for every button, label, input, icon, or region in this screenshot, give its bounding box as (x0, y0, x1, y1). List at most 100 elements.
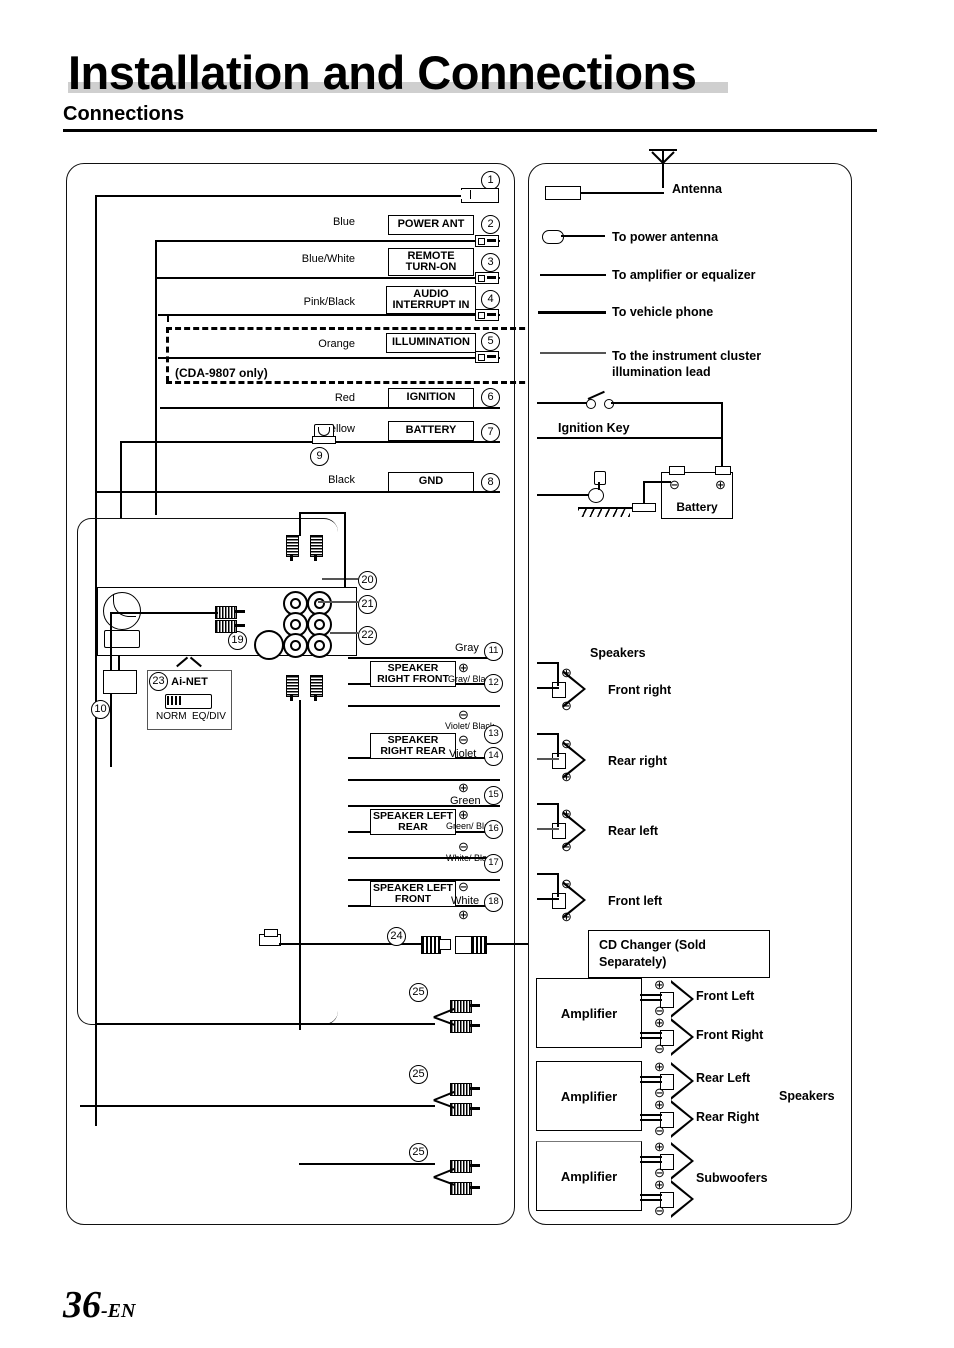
speakers-heading: Speakers (590, 646, 646, 660)
callout-20: 20 (358, 571, 377, 590)
connector-plug-icon (475, 235, 499, 247)
wire-color-12: Gray/ Black (448, 674, 495, 684)
harness-line (155, 240, 500, 242)
ground-lead (537, 494, 589, 497)
power-antenna-lead (561, 235, 605, 238)
cda9807-region-left (166, 327, 169, 382)
polarity-plus: ⊕ (458, 780, 469, 795)
lead-label-audio-interrupt-in: AUDIO INTERRUPT IN (386, 286, 476, 314)
callout-10: 10 (91, 700, 110, 719)
callout-leader (318, 601, 358, 603)
callout-19: 19 (228, 631, 247, 650)
speaker-icon-amp-front-right (660, 1018, 694, 1056)
changer-connector-top (264, 929, 278, 937)
rca-plug-icon (215, 606, 245, 619)
callout-25: 25 (409, 1065, 428, 1084)
to-vehicle-phone-label: To vehicle phone (612, 305, 714, 319)
item10-block (103, 670, 137, 694)
polarity-minus: ⊖ (458, 879, 469, 894)
wire-color-13: Violet/ Black (445, 721, 495, 731)
battery-terminal-negative (669, 466, 685, 475)
callout-6: 6 (481, 388, 500, 407)
speaker-box-right-rear: SPEAKER RIGHT REAR (370, 733, 456, 759)
polarity-plus: ⊕ (561, 909, 572, 924)
rca-plug-icon (310, 535, 323, 561)
antenna-mast (662, 150, 664, 188)
cable-line (110, 612, 218, 614)
polarity-minus: ⊖ (654, 1123, 665, 1138)
amp-speaker-wire (640, 1037, 662, 1039)
rca-plug-icon (286, 675, 299, 701)
amp-speaker-wire (640, 999, 662, 1001)
speaker-wire (537, 733, 559, 736)
speaker-box-left-rear: SPEAKER LEFT REAR (370, 809, 456, 835)
polarity-minus: ⊖ (458, 732, 469, 747)
polarity-plus: ⊕ (561, 769, 572, 784)
ignition-lead (611, 402, 723, 405)
cable-line (344, 512, 346, 588)
lead-label-ignition: IGNITION (388, 388, 474, 408)
callout-8: 8 (481, 473, 500, 492)
cable-line (299, 700, 301, 1030)
to-power-antenna-label: To power antenna (612, 230, 719, 244)
callout-21: 21 (358, 595, 377, 614)
harness-line (167, 314, 169, 322)
speaker-wire (537, 758, 559, 760)
ground-strap (643, 481, 671, 483)
page-suffix: -EN (101, 1300, 136, 1322)
callout-23: 23 (149, 672, 168, 691)
speaker-box-left-front: SPEAKER LEFT FRONT (370, 881, 456, 907)
callout-leader (330, 632, 358, 634)
speaker-label-front-left: Front left (608, 894, 663, 908)
polarity-minus: ⊖ (654, 1203, 665, 1218)
polarity-plus: ⊕ (654, 1139, 665, 1154)
polarity-plus: ⊕ (458, 660, 469, 675)
harness-line (158, 357, 500, 359)
amp-output-front-right: Front Right (696, 1028, 764, 1042)
wire-color-11: Gray (455, 642, 479, 654)
rca-jack (307, 633, 332, 658)
cda9807-note: (CDA-9807 only) (175, 366, 268, 380)
section-divider (63, 129, 877, 132)
speaker-wire (537, 662, 559, 665)
to-instrument-cluster-label: To the instrument cluster illumination l… (612, 349, 762, 379)
polarity-plus: ⊕ (561, 665, 572, 680)
polarity-minus: ⊖ (654, 1041, 665, 1056)
speaker-icon-amp-rear-right (660, 1100, 694, 1138)
speaker-icon-subwoofer-2 (660, 1180, 694, 1218)
ignition-key-label: Ignition Key (558, 421, 630, 435)
polarity-minus: ⊖ (458, 707, 469, 722)
vehicle-phone-lead (538, 311, 606, 314)
rca-cable-line (95, 1023, 435, 1026)
rca-cable-line (80, 1105, 435, 1108)
rca-cable-line (299, 1163, 435, 1166)
lead-label-illumination: ILLUMINATION (386, 333, 476, 353)
amp-speaker-wire (640, 994, 662, 996)
lead-label-gnd: GND (388, 472, 474, 492)
amp-speaker-wire (640, 1076, 662, 1078)
instrument-cluster-lead (540, 352, 606, 355)
ainet-toggle-switch[interactable] (165, 694, 212, 709)
ignition-lead (537, 402, 587, 405)
callout-12: 12 (484, 674, 503, 693)
amp-speaker-wire (640, 1119, 662, 1121)
callout-2: 2 (481, 215, 500, 234)
screw-head-icon (594, 471, 606, 485)
callout-14: 14 (484, 747, 503, 766)
speaker-icon-amp-front-left (660, 980, 694, 1018)
polarity-plus: ⊕ (654, 1097, 665, 1112)
speaker-box-right-front: SPEAKER RIGHT FRONT (370, 661, 456, 687)
speaker-wire (537, 803, 559, 806)
callout-24: 24 (387, 927, 406, 946)
callout-11: 11 (484, 642, 503, 661)
ainet-position-norm: NORM (156, 711, 187, 722)
callout-25: 25 (409, 983, 428, 1002)
speaker-row-divider (348, 657, 500, 660)
harness-line (120, 441, 500, 444)
wire-color-14: Violet (449, 748, 477, 760)
amplifier-box-front: Amplifier (536, 978, 642, 1048)
amp-speaker-wire (640, 1081, 662, 1083)
rca-plug-icon (450, 1103, 480, 1116)
harness-line (155, 240, 157, 515)
speaker-icon-subwoofer-1 (660, 1142, 694, 1180)
